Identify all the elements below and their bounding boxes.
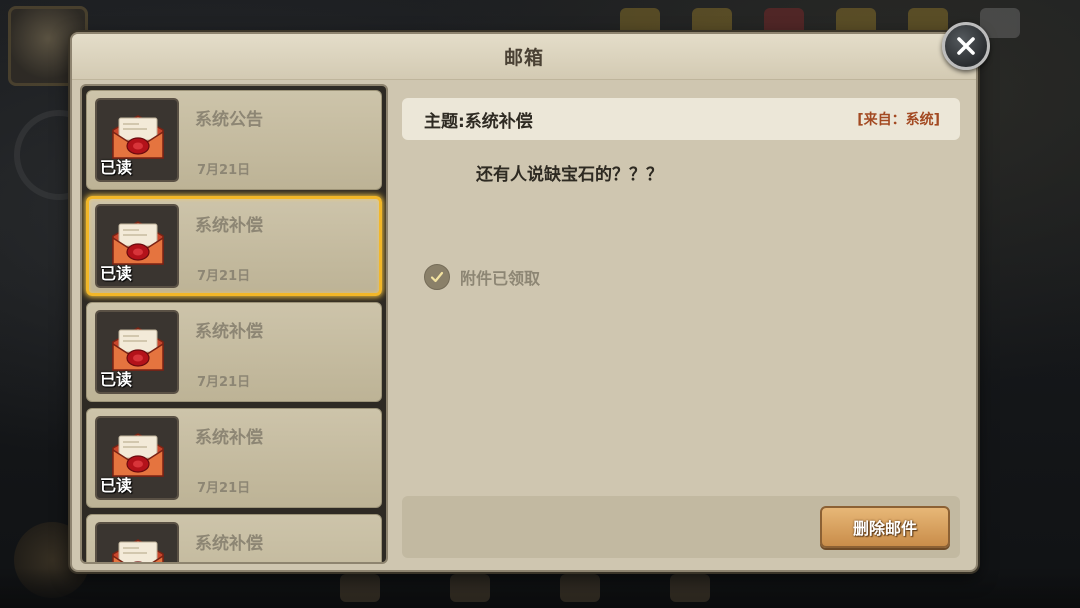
bottom-icon-bar: [340, 574, 710, 602]
action-bar: 删除邮件: [402, 496, 960, 558]
close-icon: [957, 37, 975, 55]
mail-item-subject: 系统补偿: [195, 534, 263, 554]
read-status-badge: 已读: [100, 370, 133, 389]
mail-sender: [来自：系统]: [857, 112, 940, 128]
subject-bar: 主题:系统补偿 [来自：系统]: [402, 98, 960, 140]
mail-thumbnail: 已读: [95, 98, 179, 182]
attachment-status: 附件已领取: [424, 264, 540, 290]
mail-list[interactable]: 已读 系统公告 7月21日 已读 系统补偿 7月21日 已读 系统补偿 7月21…: [80, 84, 388, 564]
bottom-icon: [560, 574, 600, 602]
mail-item-subject: 系统公告: [195, 110, 263, 130]
mail-thumbnail: 已读: [95, 204, 179, 288]
mail-item-date: 7月21日: [197, 163, 251, 178]
mailbox-window: 邮箱 已读 系统公告 7月21日 已读 系统补偿 7月21日 已读 系统补偿 7: [70, 32, 978, 572]
mail-list-item[interactable]: 已读 系统补偿 7月21日: [86, 196, 382, 296]
window-title: 邮箱: [503, 47, 544, 69]
bottom-icon: [340, 574, 380, 602]
mail-subject-heading: 主题:系统补偿: [424, 111, 533, 132]
mail-list-item[interactable]: 已读 系统补偿 7月21日: [86, 302, 382, 402]
mail-detail: 主题:系统补偿 [来自：系统] 还有人说缺宝石的？？？ 附件已领取 删除邮件: [396, 90, 966, 564]
read-status-badge: 已读: [100, 264, 133, 283]
mail-item-subject: 系统补偿: [195, 216, 263, 236]
mail-list-item[interactable]: 系统补偿: [86, 514, 382, 562]
mail-item-date: 7月21日: [197, 375, 251, 390]
bottom-icon: [450, 574, 490, 602]
mail-thumbnail: [95, 522, 179, 562]
mail-item-date: 7月21日: [197, 269, 251, 284]
bottom-icon: [670, 574, 710, 602]
mail-item-date: 7月21日: [197, 481, 251, 496]
mail-item-subject: 系统补偿: [195, 428, 263, 448]
read-status-badge: 已读: [100, 476, 133, 495]
mail-thumbnail: 已读: [95, 310, 179, 394]
mail-item-subject: 系统补偿: [195, 322, 263, 342]
close-button[interactable]: [942, 22, 990, 70]
mail-list-item[interactable]: 已读 系统补偿 7月21日: [86, 408, 382, 508]
title-bar: 邮箱: [72, 34, 976, 80]
delete-mail-button[interactable]: 删除邮件: [820, 506, 950, 548]
envelope-icon: [112, 539, 164, 562]
mail-list-item[interactable]: 已读 系统公告 7月21日: [86, 90, 382, 190]
mail-thumbnail: 已读: [95, 416, 179, 500]
attachment-status-label: 附件已领取: [460, 269, 541, 288]
checkmark-icon: [424, 264, 450, 290]
mail-body: 还有人说缺宝石的？？？: [476, 165, 663, 185]
read-status-badge: 已读: [100, 158, 133, 177]
